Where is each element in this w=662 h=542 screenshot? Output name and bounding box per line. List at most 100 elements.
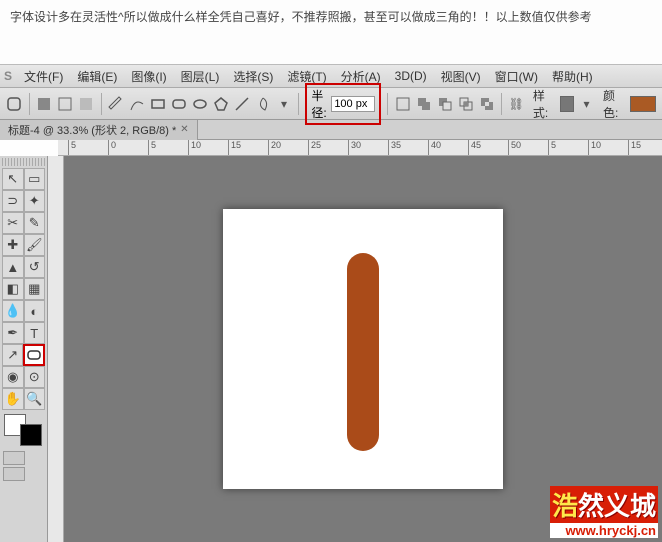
shape-layers-icon[interactable] [36, 94, 53, 114]
ruler-tick: 15 [628, 140, 641, 156]
menu-file[interactable]: 文件(F) [18, 66, 69, 87]
menu-select[interactable]: 选择(S) [227, 66, 279, 87]
combine-add-icon[interactable] [415, 94, 432, 114]
zoom-tool[interactable]: 🔍 [24, 388, 46, 410]
color-picker[interactable] [4, 414, 46, 446]
ruler-tick: 30 [348, 140, 361, 156]
tutorial-note: 字体设计多在灵活性^所以做成什么样全凭自己喜好，不推荐照搬，甚至可以做成三角的！… [0, 0, 662, 64]
pen-tool[interactable]: ✒ [2, 322, 24, 344]
tab-title: 标题-4 @ 33.3% (形状 2, RGB/8) * [8, 122, 176, 138]
separator [298, 93, 299, 115]
dodge-tool[interactable]: ◐ [24, 300, 46, 322]
crop-tool[interactable]: ✂ [2, 212, 24, 234]
blur-tool[interactable]: 💧 [2, 300, 24, 322]
quickmask-icon[interactable] [3, 451, 25, 465]
close-icon[interactable]: ✕ [180, 124, 188, 135]
lasso-tool[interactable]: ⊃ [2, 190, 24, 212]
radius-highlight: 半径: [305, 83, 381, 125]
ruler-tick: 20 [268, 140, 281, 156]
line-icon[interactable] [234, 94, 251, 114]
combine-exclude-icon[interactable] [478, 94, 495, 114]
type-tool[interactable]: T [24, 322, 46, 344]
menu-view[interactable]: 视图(V) [435, 66, 487, 87]
paths-icon[interactable] [57, 94, 74, 114]
ruler-tick: 5 [548, 140, 556, 156]
menu-3d[interactable]: 3D(D) [389, 67, 433, 85]
3d-tool[interactable]: ◉ [2, 366, 24, 388]
ruler-vertical [48, 156, 64, 542]
gradient-tool[interactable]: ▦ [24, 278, 46, 300]
3d-camera-tool[interactable]: ⊙ [24, 366, 46, 388]
ruler-horizontal: 5 0 5 10 15 20 25 30 35 40 45 50 5 10 15 [58, 140, 662, 156]
ruler-tick: 15 [228, 140, 241, 156]
ellipse-icon[interactable] [192, 94, 209, 114]
color-label: 颜色: [603, 87, 626, 121]
watermark-url: www.hryckj.cn [550, 523, 658, 538]
combine-subtract-icon[interactable] [436, 94, 453, 114]
separator [387, 93, 388, 115]
ruler-tick: 45 [468, 140, 481, 156]
radius-input[interactable] [331, 96, 375, 112]
marquee-tool[interactable]: ▭ [24, 168, 46, 190]
tool-preset-icon[interactable] [6, 94, 23, 114]
menu-image[interactable]: 图像(I) [125, 66, 172, 87]
style-dropdown-icon[interactable]: ▾ [578, 94, 595, 114]
eraser-tool[interactable]: ◧ [2, 278, 24, 300]
pen-icon[interactable] [108, 94, 125, 114]
history-brush-tool[interactable]: ↺ [24, 256, 46, 278]
style-label: 样式: [533, 87, 556, 121]
hand-tool[interactable]: ✋ [2, 388, 24, 410]
combine-new-icon[interactable] [394, 94, 411, 114]
ruler-tick: 25 [308, 140, 321, 156]
ruler-tick: 40 [428, 140, 441, 156]
color-swatch[interactable] [630, 96, 656, 112]
screenmode-icon[interactable] [3, 467, 25, 481]
main-area: ↖ ▭ ⊃ ✦ ✂ ✎ ✚ 🖌 ▲ ↺ ◧ ▦ 💧 ◐ ✒ T [0, 156, 662, 542]
ruler-tick: 10 [588, 140, 601, 156]
note-text: 字体设计多在灵活性^所以做成什么样全凭自己喜好，不推荐照搬，甚至可以做成三角的！… [10, 10, 592, 24]
app-icon: S [4, 69, 12, 83]
combine-intersect-icon[interactable] [457, 94, 474, 114]
separator [29, 93, 30, 115]
watermark: 浩然义城 www.hryckj.cn [550, 486, 658, 538]
quick-select-tool[interactable]: ✦ [24, 190, 46, 212]
rounded-rect-tool[interactable] [23, 344, 45, 366]
document-tab[interactable]: 标题-4 @ 33.3% (形状 2, RGB/8) * ✕ [0, 120, 198, 140]
rounded-rect-shape[interactable] [347, 253, 379, 451]
polygon-icon[interactable] [213, 94, 230, 114]
menu-window[interactable]: 窗口(W) [489, 66, 544, 87]
move-tool[interactable]: ↖ [2, 168, 24, 190]
background-color[interactable] [20, 424, 42, 446]
path-select-tool[interactable]: ↗ [2, 344, 23, 366]
options-dropdown-icon[interactable]: ▾ [276, 94, 293, 114]
toolbox: ↖ ▭ ⊃ ✦ ✂ ✎ ✚ 🖌 ▲ ↺ ◧ ▦ 💧 ◐ ✒ T [0, 156, 48, 542]
rounded-rect-icon[interactable] [171, 94, 188, 114]
eyedropper-tool[interactable]: ✎ [24, 212, 46, 234]
ruler-tick: 10 [188, 140, 201, 156]
ruler-tick: 5 [148, 140, 156, 156]
options-bar: ▾ 半径: ⛓ 样式: ▾ 颜色: [0, 88, 662, 120]
custom-shape-icon[interactable] [255, 94, 272, 114]
separator [501, 93, 502, 115]
watermark-cn: 浩然义城 [550, 486, 658, 523]
separator [101, 93, 102, 115]
brush-tool[interactable]: 🖌 [24, 234, 46, 256]
ruler-tick: 5 [68, 140, 76, 156]
menu-help[interactable]: 帮助(H) [546, 66, 599, 87]
stamp-tool[interactable]: ▲ [2, 256, 24, 278]
menu-edit[interactable]: 编辑(E) [71, 66, 123, 87]
ruler-tick: 50 [508, 140, 521, 156]
ruler-tick: 0 [108, 140, 116, 156]
radius-label: 半径: [311, 87, 327, 121]
rectangle-icon[interactable] [150, 94, 167, 114]
canvas[interactable] [223, 209, 503, 489]
menu-layer[interactable]: 图层(L) [175, 66, 226, 87]
link-icon[interactable]: ⛓ [508, 94, 525, 114]
canvas-area[interactable] [64, 156, 662, 542]
style-swatch[interactable] [560, 96, 574, 112]
ruler-tick: 35 [388, 140, 401, 156]
healing-tool[interactable]: ✚ [2, 234, 24, 256]
fill-pixels-icon[interactable] [78, 94, 95, 114]
freeform-pen-icon[interactable] [129, 94, 146, 114]
toolbox-grip[interactable] [2, 158, 45, 166]
